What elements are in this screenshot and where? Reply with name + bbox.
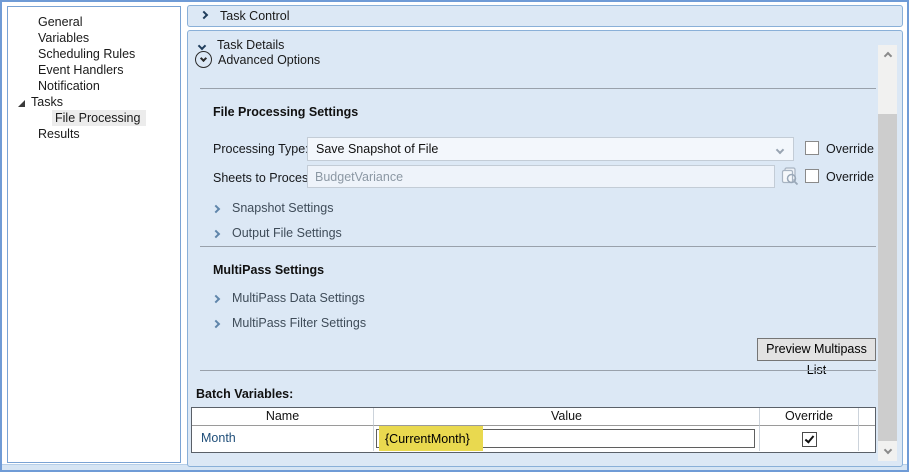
- sheet-picker-icon[interactable]: [780, 166, 800, 186]
- tree-item-results[interactable]: Results: [8, 126, 180, 142]
- sheets-override-checkbox[interactable]: [805, 169, 819, 183]
- chevron-down-icon: [198, 42, 206, 50]
- sheets-to-process-input[interactable]: [307, 165, 775, 188]
- tree-item-scheduling-rules[interactable]: Scheduling Rules: [8, 46, 180, 62]
- variable-value-cell: {CurrentMonth}: [374, 426, 760, 451]
- chevron-down-icon: [776, 146, 784, 154]
- variable-value-input[interactable]: {CurrentMonth}: [376, 429, 755, 448]
- separator: [200, 370, 876, 371]
- scrollbar-up-button[interactable]: [878, 45, 897, 64]
- variable-override-checkbox[interactable]: [802, 432, 817, 447]
- multipass-filter-settings-expander[interactable]: MultiPass Filter Settings: [213, 316, 366, 330]
- task-control-expander[interactable]: Task Control: [187, 5, 903, 27]
- chevron-right-icon: [212, 319, 220, 327]
- multipass-data-settings-expander[interactable]: MultiPass Data Settings: [213, 291, 365, 305]
- processing-type-value: Save Snapshot of File: [316, 142, 438, 156]
- processing-type-dropdown[interactable]: Save Snapshot of File: [307, 137, 794, 161]
- processing-type-override-checkbox[interactable]: [805, 141, 819, 155]
- task-details-label: Task Details: [217, 38, 284, 52]
- separator: [200, 246, 876, 247]
- tree-item-file-processing-label: File Processing: [52, 110, 146, 126]
- preview-multipass-list-button[interactable]: Preview Multipass List: [757, 338, 876, 361]
- navigation-tree: General Variables Scheduling Rules Event…: [7, 6, 181, 463]
- row-spacer-cell: [859, 426, 875, 451]
- snapshot-settings-label: Snapshot Settings: [232, 201, 333, 215]
- batch-variables-title: Batch Variables:: [196, 387, 293, 401]
- tree-item-file-processing[interactable]: File Processing: [8, 110, 180, 126]
- sheets-override-label: Override: [826, 170, 874, 184]
- output-file-settings-expander[interactable]: Output File Settings: [213, 226, 342, 240]
- advanced-options-label: Advanced Options: [218, 53, 320, 67]
- processing-type-label: Processing Type:: [213, 142, 309, 156]
- tree-item-variables[interactable]: Variables: [8, 30, 180, 46]
- tree-item-event-handlers[interactable]: Event Handlers: [8, 62, 180, 78]
- separator: [200, 88, 876, 89]
- output-file-settings-label: Output File Settings: [232, 226, 342, 240]
- column-header-value: Value: [374, 408, 760, 426]
- chevron-down-icon: [883, 446, 891, 454]
- chevron-right-icon: [200, 11, 208, 19]
- multipass-settings-title: MultiPass Settings: [213, 263, 324, 277]
- chevron-up-icon: [883, 52, 891, 60]
- column-header-spacer: [859, 408, 875, 426]
- tree-expanded-icon[interactable]: [18, 100, 25, 107]
- sheets-to-process-label: Sheets to Process:: [213, 171, 318, 185]
- chevron-right-icon: [212, 229, 220, 237]
- variable-override-cell: [760, 426, 859, 451]
- vertical-scrollbar[interactable]: [878, 45, 897, 461]
- circle-chevron-down-icon: [195, 51, 212, 68]
- batch-variables-table: Name Value Override Month {CurrentMonth}: [191, 407, 876, 453]
- task-details-expander[interactable]: Task Details: [199, 38, 284, 52]
- column-header-override: Override: [760, 408, 859, 426]
- task-configuration-window: General Variables Scheduling Rules Event…: [0, 0, 909, 472]
- variable-name-cell[interactable]: Month: [192, 426, 374, 451]
- task-details-panel: Task Details Advanced Options File Proce…: [187, 30, 903, 467]
- advanced-options-expander[interactable]: Advanced Options: [195, 51, 320, 68]
- file-processing-settings-title: File Processing Settings: [213, 105, 358, 119]
- chevron-right-icon: [212, 204, 220, 212]
- snapshot-settings-expander[interactable]: Snapshot Settings: [213, 201, 333, 215]
- task-control-label: Task Control: [220, 9, 289, 23]
- tree-item-general[interactable]: General: [8, 14, 180, 30]
- chevron-right-icon: [212, 294, 220, 302]
- tree-item-tasks-label: Tasks: [31, 94, 63, 110]
- multipass-data-settings-label: MultiPass Data Settings: [232, 291, 365, 305]
- multipass-filter-settings-label: MultiPass Filter Settings: [232, 316, 366, 330]
- scrollbar-thumb[interactable]: [878, 114, 897, 441]
- processing-type-override-label: Override: [826, 142, 874, 156]
- highlighted-value-text: {CurrentMonth}: [379, 426, 483, 451]
- scrollbar-down-button[interactable]: [878, 442, 897, 461]
- tree-item-tasks[interactable]: Tasks: [8, 94, 180, 110]
- tree-item-notification[interactable]: Notification: [8, 78, 180, 94]
- column-header-name: Name: [192, 408, 374, 426]
